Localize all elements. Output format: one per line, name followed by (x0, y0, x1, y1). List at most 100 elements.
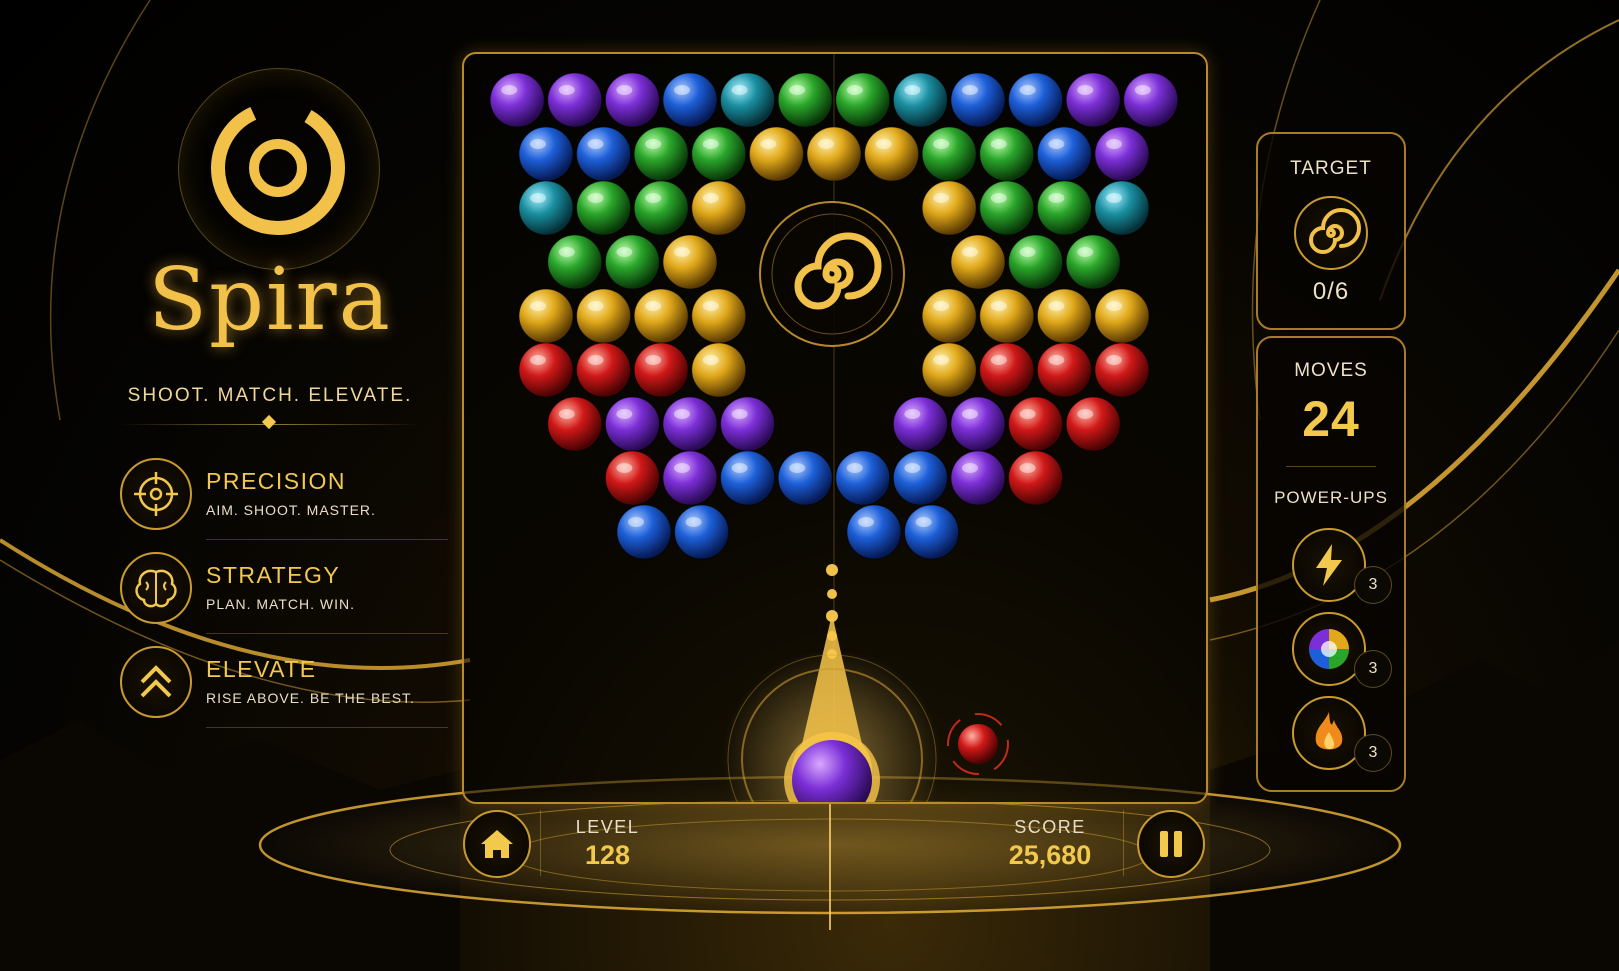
bubble-highlight (587, 193, 604, 203)
bubble-green (777, 72, 833, 128)
spiral-icon (1294, 196, 1368, 270)
bubble-red (1008, 396, 1064, 452)
bubble-green (979, 126, 1035, 182)
bubble-purple (489, 72, 545, 128)
bubble-purple (604, 72, 660, 128)
bubble-green (835, 72, 891, 128)
game-board[interactable] (462, 52, 1208, 804)
bubble-highlight (933, 355, 950, 365)
hud-divider (540, 810, 541, 876)
bubble-purple (1065, 72, 1121, 128)
feature-elevate: ELEVATE RISE ABOVE. BE THE BEST. (120, 638, 448, 728)
bubble-yellow (633, 288, 689, 344)
bubble-highlight (1019, 85, 1036, 95)
bubble-green (576, 180, 632, 236)
bubble-highlight (530, 301, 546, 311)
bubble-highlight (501, 85, 518, 95)
bubble-yellow (979, 288, 1035, 344)
home-button[interactable] (463, 810, 531, 878)
bubble-blue (835, 450, 891, 506)
bubble-teal (1094, 180, 1150, 236)
bubble-blue (904, 504, 960, 560)
powerup-count: 3 (1354, 650, 1392, 688)
moves-divider (1286, 466, 1376, 467)
bubble-highlight (674, 463, 690, 473)
board-canvas[interactable] (464, 54, 1206, 802)
feature-strategy: STRATEGY PLAN. MATCH. WIN. (120, 544, 448, 634)
rainbow-orb-icon (1309, 629, 1349, 669)
bubble-highlight (685, 517, 702, 527)
bubble-purple (662, 450, 718, 506)
bubble-blue (616, 504, 672, 560)
feature-desc: AIM. SHOOT. MASTER. (206, 502, 376, 518)
bubble-highlight (587, 139, 604, 149)
bubble-yellow (921, 342, 977, 398)
bubble-highlight (645, 355, 662, 365)
bubble-blue (1036, 126, 1092, 182)
bubble-highlight (1106, 301, 1122, 311)
bubble-highlight (904, 463, 921, 473)
brand-panel: Spira SHOOT. MATCH. ELEVATE. PRECISION A… (100, 60, 448, 760)
bubble-highlight (731, 463, 748, 473)
bubble-purple (662, 396, 718, 452)
bubble-teal (892, 72, 948, 128)
bubble-blue (846, 504, 902, 560)
bubble-highlight (1077, 409, 1094, 419)
bubble-yellow (921, 180, 977, 236)
target-label: TARGET (1290, 158, 1372, 179)
feature-divider (206, 633, 448, 634)
bubble-highlight (904, 409, 921, 419)
bubble-highlight (818, 139, 834, 149)
bubble-highlight (1048, 139, 1065, 149)
bubble-highlight (990, 193, 1007, 203)
bubble-highlight (962, 85, 978, 95)
spira-logo-icon (211, 101, 345, 235)
bubble-highlight (530, 355, 546, 365)
bubble-red (576, 342, 632, 398)
bubble-highlight (789, 85, 806, 95)
bubble-yellow (1036, 288, 1092, 344)
bubble-highlight (760, 139, 777, 149)
bubble-red (1094, 342, 1150, 398)
bubble-highlight (616, 409, 633, 419)
moves-label: MOVES (1294, 360, 1368, 381)
home-icon (481, 830, 513, 858)
bottom-hud: LEVEL 128 SCORE 25,680 (455, 800, 1211, 888)
bubble-green (1065, 234, 1121, 290)
feature-divider (206, 539, 448, 540)
bubble-teal (720, 72, 776, 128)
bubble-yellow (691, 342, 747, 398)
bubble-highlight (904, 85, 921, 95)
bubble-yellow (691, 180, 747, 236)
pause-icon (1160, 831, 1182, 857)
bubble-highlight (628, 517, 644, 527)
bubble-red (1008, 450, 1064, 506)
feature-name: ELEVATE (206, 656, 317, 682)
bubble-highlight (702, 301, 719, 311)
bubble-blue (950, 72, 1006, 128)
bubble-highlight (789, 463, 806, 473)
bubble-yellow (1094, 288, 1150, 344)
bubble-purple (950, 450, 1006, 506)
bubble-highlight (1019, 247, 1036, 257)
bubble-yellow (864, 126, 920, 182)
bubble-green (633, 126, 689, 182)
bubble-highlight (616, 85, 633, 95)
bubble-highlight (1077, 85, 1094, 95)
shooter[interactable] (722, 614, 942, 802)
bubble-blue (576, 126, 632, 182)
bubble-red (547, 396, 603, 452)
pause-button[interactable] (1137, 810, 1205, 878)
bubble-blue (777, 450, 833, 506)
bubble-highlight (558, 409, 575, 419)
bubble-highlight (1077, 247, 1094, 257)
bubble-blue (720, 450, 776, 506)
bubble-highlight (731, 409, 748, 419)
next-ball[interactable] (947, 713, 1009, 775)
bubble-highlight (858, 517, 874, 527)
moves-panel: MOVES 24 POWER-UPS 3 3 3 (1256, 336, 1406, 792)
bubble-purple (1123, 72, 1179, 128)
bubble-blue (518, 126, 574, 182)
bubble-green (633, 180, 689, 236)
score-label: SCORE (1014, 817, 1086, 837)
